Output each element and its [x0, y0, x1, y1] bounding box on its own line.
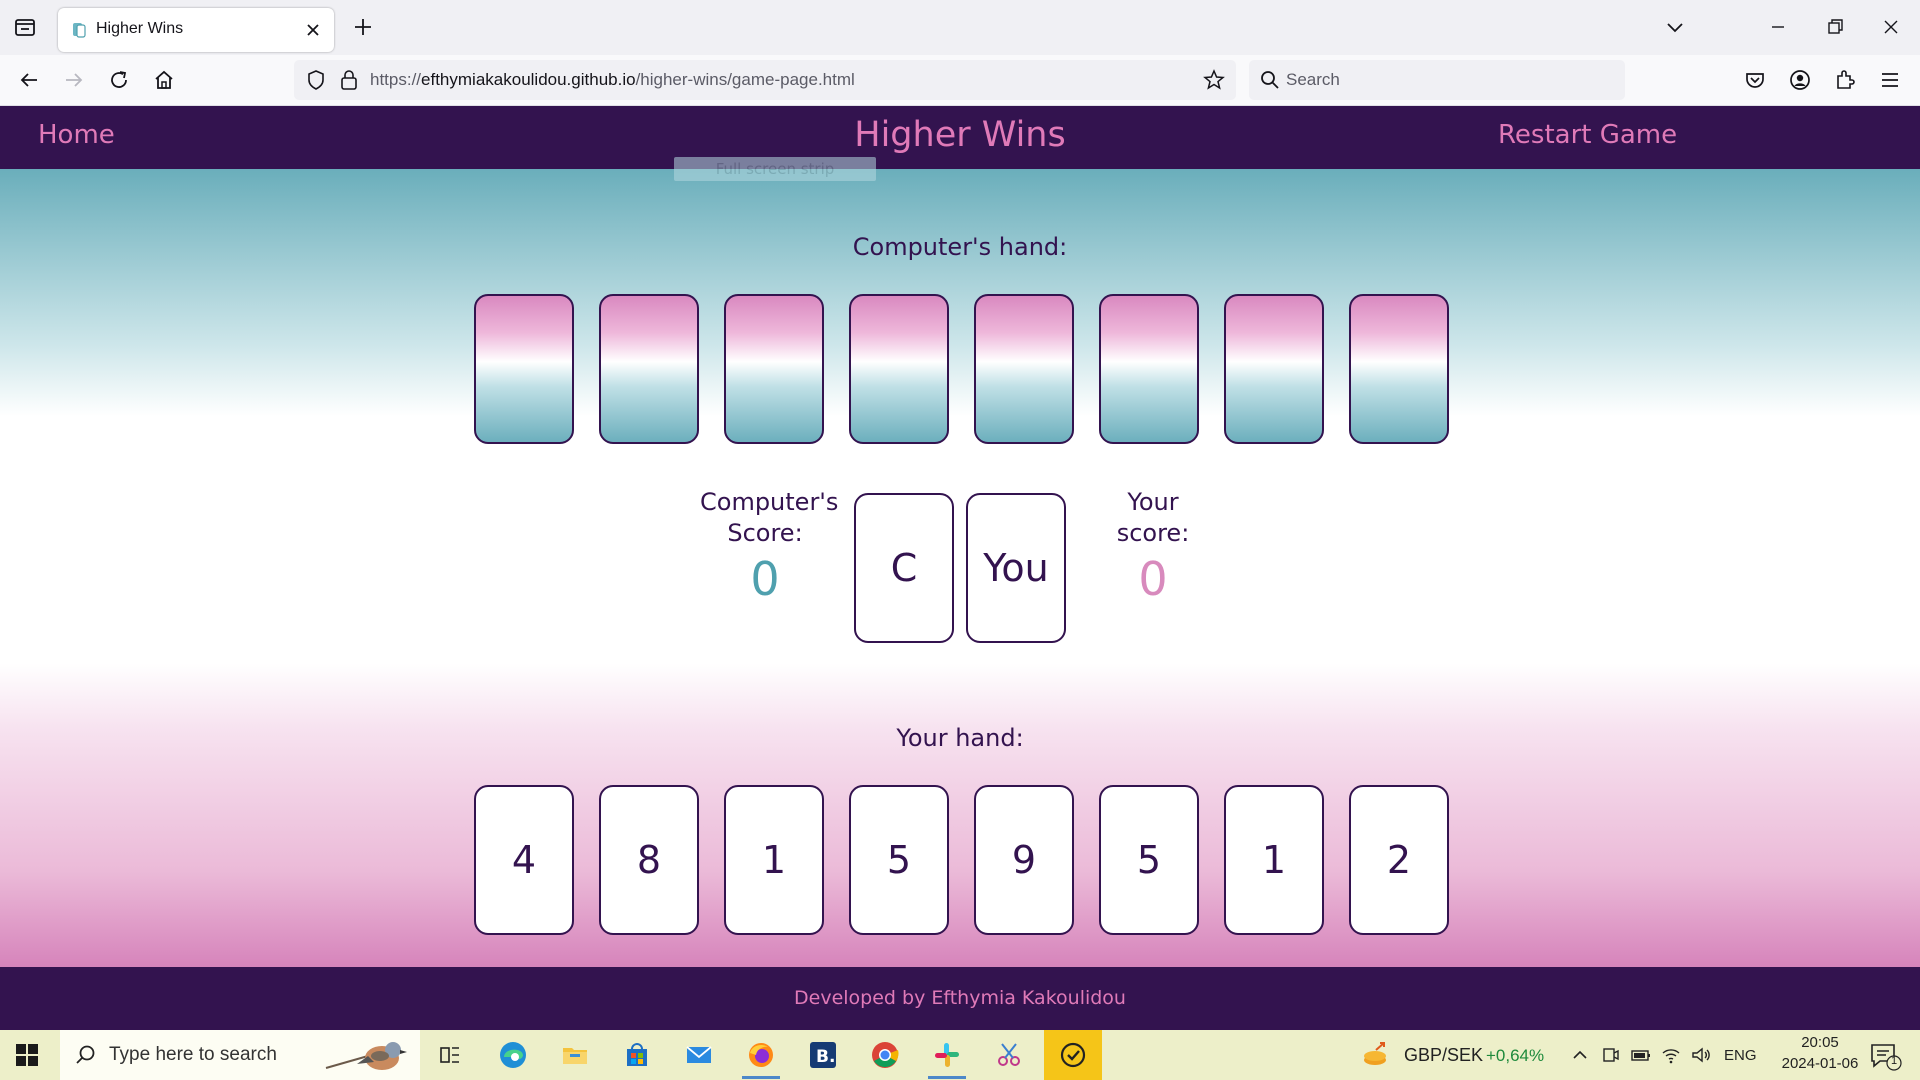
- player-hand-card[interactable]: 8: [599, 785, 699, 935]
- booking-app-icon[interactable]: B.: [796, 1035, 850, 1075]
- back-arrow-icon[interactable]: [16, 67, 42, 93]
- close-window-icon[interactable]: [1876, 12, 1906, 42]
- search-bar[interactable]: Search: [1249, 60, 1625, 100]
- firefox-icon[interactable]: [734, 1035, 788, 1079]
- player-score-label: Your score:: [1088, 487, 1218, 549]
- tab-list-icon[interactable]: [12, 14, 38, 40]
- clock-date: 2024-01-06: [1781, 1055, 1859, 1072]
- reload-icon[interactable]: [106, 67, 132, 93]
- computer-score-value: 0: [750, 552, 780, 606]
- wifi-icon[interactable]: [1660, 1045, 1682, 1069]
- player-hand-card[interactable]: 5: [849, 785, 949, 935]
- computer-played-card: C: [854, 493, 954, 643]
- tracking-shield-icon[interactable]: [304, 68, 328, 96]
- clock-time: 20:05: [1801, 1034, 1839, 1051]
- player-hand-card[interactable]: 1: [1224, 785, 1324, 935]
- close-tab-icon[interactable]: [302, 19, 324, 41]
- snipping-tool-icon[interactable]: [982, 1035, 1036, 1075]
- url-text: https://efthymiakakoulidou.github.io/hig…: [370, 70, 855, 90]
- bird-illustration-icon: [322, 1034, 418, 1080]
- extensions-icon[interactable]: [1832, 67, 1858, 93]
- player-score-label-line1: Your: [1127, 488, 1179, 516]
- computer-score-label-line2: Score:: [727, 519, 803, 547]
- computer-card-back: [599, 294, 699, 444]
- svg-text:B.: B.: [816, 1047, 835, 1067]
- minimize-icon[interactable]: [1763, 12, 1793, 42]
- edge-browser-icon[interactable]: [486, 1035, 540, 1075]
- lock-icon[interactable]: [338, 68, 360, 96]
- computer-hand-label: Computer's hand:: [852, 233, 1068, 261]
- battery-icon[interactable]: [1630, 1045, 1652, 1069]
- mail-icon[interactable]: [672, 1035, 726, 1075]
- restart-game-link[interactable]: Restart Game: [1498, 120, 1677, 150]
- computer-card-back: [974, 294, 1074, 444]
- player-hand-card[interactable]: 5: [1099, 785, 1199, 935]
- computer-score-label-line1: Computer's: [700, 488, 839, 516]
- player-hand-card[interactable]: 9: [974, 785, 1074, 935]
- stock-ticker-icon[interactable]: [1362, 1040, 1392, 1074]
- file-explorer-icon[interactable]: [548, 1035, 602, 1075]
- player-score-value: 0: [1138, 552, 1168, 606]
- url-prefix: https://: [370, 70, 422, 89]
- site-footer: Developed by Efthymia Kakoulidou: [0, 967, 1920, 1030]
- search-icon: [1259, 69, 1281, 95]
- computer-score-label: Computer's Score:: [700, 487, 839, 549]
- account-icon[interactable]: [1787, 67, 1813, 93]
- game-board: Computer's hand: Computer's Score: 0 C Y…: [0, 169, 1920, 967]
- taskbar-search-box[interactable]: Type here to search: [60, 1030, 420, 1080]
- computer-card-back: [474, 294, 574, 444]
- tray-chevron-up-icon[interactable]: [1570, 1045, 1590, 1069]
- browser-nav-bar: https://efthymiakakoulidou.github.io/hig…: [0, 55, 1920, 106]
- tab-title: Higher Wins: [96, 20, 184, 37]
- screenshot-tooltip: Full screen strip: [674, 157, 876, 181]
- ticker-label[interactable]: GBP/SEK: [1404, 1045, 1483, 1066]
- url-host: efthymiakakoulidou.github.io: [421, 70, 636, 89]
- microsoft-store-icon[interactable]: [610, 1035, 664, 1075]
- player-hand-card[interactable]: 4: [474, 785, 574, 935]
- site-header: Home Higher Wins Restart Game: [0, 106, 1920, 169]
- computer-card-back: [1099, 294, 1199, 444]
- chrome-icon[interactable]: [858, 1035, 912, 1075]
- computer-card-back: [1224, 294, 1324, 444]
- computer-card-back: [849, 294, 949, 444]
- forward-arrow-icon[interactable]: [61, 67, 87, 93]
- player-played-card: You: [966, 493, 1066, 643]
- player-hand-label: Your hand:: [896, 724, 1024, 752]
- meet-now-icon[interactable]: [1600, 1045, 1620, 1069]
- list-all-tabs-icon[interactable]: [1660, 12, 1690, 42]
- task-view-icon[interactable]: [423, 1035, 477, 1075]
- page-viewport: Home Higher Wins Restart Game Computer's…: [0, 106, 1920, 1030]
- search-icon: [74, 1043, 98, 1071]
- restore-icon[interactable]: [1820, 12, 1850, 42]
- computer-card-back: [724, 294, 824, 444]
- player-hand-card[interactable]: 1: [724, 785, 824, 935]
- todo-app-icon[interactable]: [1044, 1030, 1102, 1080]
- browser-tab-bar: Higher Wins: [0, 0, 1920, 55]
- footer-credit: Developed by Efthymia Kakoulidou: [794, 987, 1126, 1009]
- windows-start-icon[interactable]: [14, 1042, 40, 1068]
- page-favicon-icon: [70, 21, 88, 39]
- player-score-label-line2: score:: [1116, 519, 1190, 547]
- url-path: /higher-wins/game-page.html: [635, 70, 855, 89]
- search-placeholder: Search: [1286, 70, 1340, 89]
- windows-taskbar: Type here to search B. GBP/SEK +0,64% EN…: [0, 1030, 1920, 1080]
- new-tab-icon[interactable]: [350, 14, 376, 40]
- url-bar[interactable]: https://efthymiakakoulidou.github.io/hig…: [294, 60, 1236, 100]
- notifications-icon[interactable]: 1: [1868, 1040, 1902, 1076]
- pocket-icon[interactable]: [1742, 67, 1768, 93]
- computer-card-back: [1349, 294, 1449, 444]
- browser-tab[interactable]: Higher Wins: [58, 8, 334, 52]
- ticker-change: +0,64%: [1486, 1046, 1545, 1065]
- bookmark-star-icon[interactable]: [1202, 68, 1226, 96]
- slack-icon[interactable]: [920, 1035, 974, 1079]
- language-indicator[interactable]: ENG: [1724, 1047, 1757, 1064]
- menu-hamburger-icon[interactable]: [1877, 67, 1903, 93]
- notification-count: 1: [1890, 1055, 1898, 1067]
- taskbar-search-placeholder: Type here to search: [109, 1044, 277, 1065]
- home-icon[interactable]: [151, 67, 177, 93]
- player-hand-card[interactable]: 2: [1349, 785, 1449, 935]
- volume-icon[interactable]: [1690, 1045, 1712, 1069]
